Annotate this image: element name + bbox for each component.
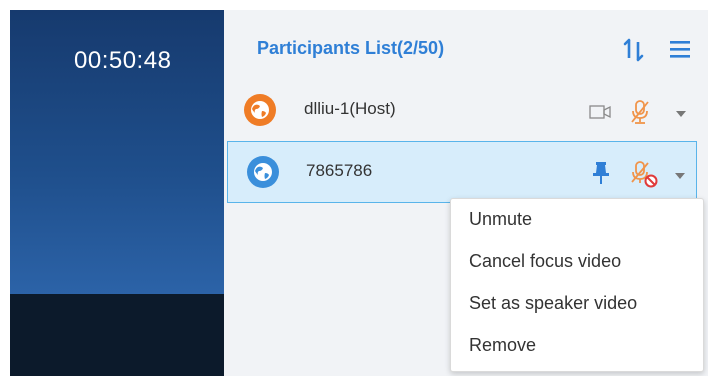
globe-avatar-icon xyxy=(244,94,276,126)
video-bottom-area xyxy=(10,294,224,376)
participant-row-selected[interactable]: 7865786 xyxy=(227,141,697,203)
video-panel[interactable]: 00:50:48 xyxy=(10,10,224,376)
pin-icon[interactable] xyxy=(590,160,612,186)
menu-icon[interactable] xyxy=(669,38,691,60)
camera-icon[interactable] xyxy=(589,105,611,119)
sort-icon[interactable] xyxy=(620,36,648,64)
participants-list-title: Participants List(2/50) xyxy=(257,38,445,58)
participant-name: 7865786 xyxy=(306,161,373,180)
chevron-down-icon[interactable] xyxy=(675,110,687,118)
menu-item-unmute[interactable]: Unmute xyxy=(451,199,703,239)
participant-name: dlliu-1(Host) xyxy=(304,99,396,118)
mic-muted-icon[interactable] xyxy=(629,99,651,125)
menu-item-remove[interactable]: Remove xyxy=(451,325,703,365)
menu-item-cancel-focus-video[interactable]: Cancel focus video xyxy=(451,241,703,281)
globe-avatar-icon xyxy=(247,156,279,188)
meeting-screen: 00:50:48 Participants List(2/50) dlliu-1… xyxy=(0,0,708,376)
menu-item-label: Remove xyxy=(469,335,537,355)
menu-item-label: Set as speaker video xyxy=(469,293,638,313)
participant-row[interactable]: dlliu-1(Host) xyxy=(224,80,708,138)
mic-blocked-icon[interactable] xyxy=(629,160,659,188)
chevron-down-icon[interactable] xyxy=(674,172,686,180)
menu-item-set-speaker-video[interactable]: Set as speaker video xyxy=(451,283,703,323)
participant-context-menu: Unmute Cancel focus video Set as speaker… xyxy=(450,198,704,372)
menu-item-label: Unmute xyxy=(469,209,533,229)
menu-item-label: Cancel focus video xyxy=(469,251,622,271)
meeting-timer: 00:50:48 xyxy=(74,47,172,74)
